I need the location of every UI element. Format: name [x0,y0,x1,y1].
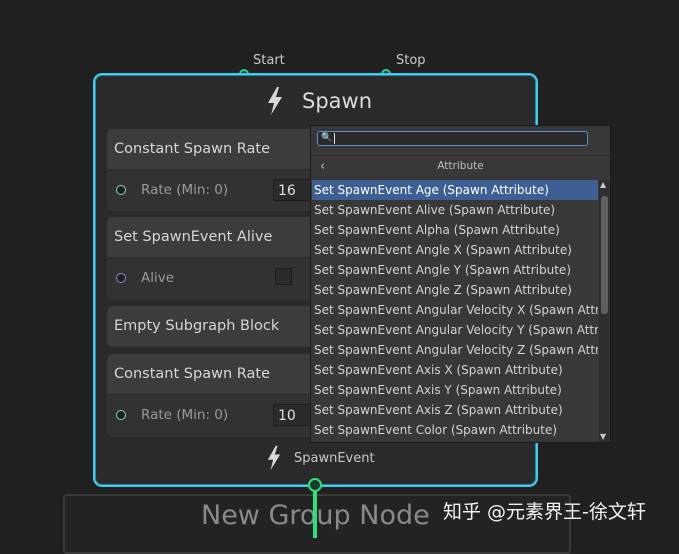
block-title: Constant Spawn Rate [107,129,337,169]
scroll-up-icon[interactable]: ▲ [600,181,606,189]
block-row-alive: Alive [107,257,337,300]
output-wire [313,486,317,538]
list-item[interactable]: Set SpawnEvent Angle Y (Spawn Attribute) [312,260,598,280]
block-title: Empty Subgraph Block [107,306,337,346]
result-list: Set SpawnEvent Age (Spawn Attribute) Set… [312,180,598,442]
alive-label: Alive [141,270,175,286]
block-row-rate: Rate (Min: 0) 10 [107,394,337,437]
block-row-rate: Rate (Min: 0) 16 [107,169,337,211]
scrollbar-thumb[interactable] [601,196,608,314]
list-item[interactable]: Set SpawnEvent Axis Z (Spawn Attribute) [312,400,598,420]
input-port-icon[interactable] [116,273,126,283]
list-item[interactable]: Set SpawnEvent Axis Y (Spawn Attribute) [312,380,598,400]
list-item[interactable]: Set SpawnEvent Color (Spawn Attribute) [312,420,598,440]
list-item[interactable]: Set SpawnEvent Alpha (Spawn Attribute) [312,220,598,240]
alive-checkbox[interactable] [275,268,292,285]
popup-header: ‹ Attribute [311,155,610,178]
spawnevent-output-label: SpawnEvent [294,451,375,466]
block-set-spawnevent-alive[interactable]: Set SpawnEvent Alive Alive [107,217,337,300]
list-item[interactable]: Set SpawnEvent Angular Velocity Z (Spawn… [312,340,598,360]
bolt-icon [267,445,281,471]
list-item[interactable]: Set SpawnEvent Angle X (Spawn Attribute) [312,240,598,260]
vertical-scrollbar[interactable]: ▲ ▼ [599,180,609,442]
block-empty-subgraph[interactable]: Empty Subgraph Block [107,306,337,347]
block-constant-spawn-rate[interactable]: Constant Spawn Rate Rate (Min: 0) 16 [107,129,337,211]
stop-port-label: Stop [396,53,426,68]
node-search-popup: 🔍 ‹ Attribute Set SpawnEvent Age (Spawn … [310,125,611,443]
search-input[interactable] [317,131,588,146]
scroll-down-icon[interactable]: ▼ [600,433,606,441]
list-item[interactable]: Set SpawnEvent Angle Z (Spawn Attribute) [312,280,598,300]
bolt-icon [268,87,282,115]
input-port-icon[interactable] [116,410,126,420]
block-constant-spawn-rate-2[interactable]: Constant Spawn Rate Rate (Min: 0) 10 [107,354,337,437]
list-item[interactable]: Set SpawnEvent Alive (Spawn Attribute) [312,200,598,220]
spawnevent-output-port[interactable] [308,478,322,492]
block-title: Set SpawnEvent Alive [107,217,337,257]
list-item[interactable]: Set SpawnEvent Axis X (Spawn Attribute) [312,360,598,380]
search-icon: 🔍 [321,133,333,143]
list-item[interactable]: Set SpawnEvent Age (Spawn Attribute) [312,180,598,200]
rate-label: Rate (Min: 0) [141,182,229,198]
popup-category-title: Attribute [437,160,484,172]
list-item[interactable]: Set SpawnEvent Angular Velocity X (Spawn… [312,300,598,320]
list-item[interactable]: Set SpawnEvent Angular Velocity Y (Spawn… [312,320,598,340]
node-title: Spawn [302,89,373,113]
rate-label: Rate (Min: 0) [141,407,229,423]
watermark: 知乎 @元素界王-徐文轩 [443,501,646,523]
text-caret [334,133,335,144]
start-port-label: Start [253,53,285,68]
block-title: Constant Spawn Rate [107,354,337,394]
input-port-icon[interactable] [116,185,126,195]
